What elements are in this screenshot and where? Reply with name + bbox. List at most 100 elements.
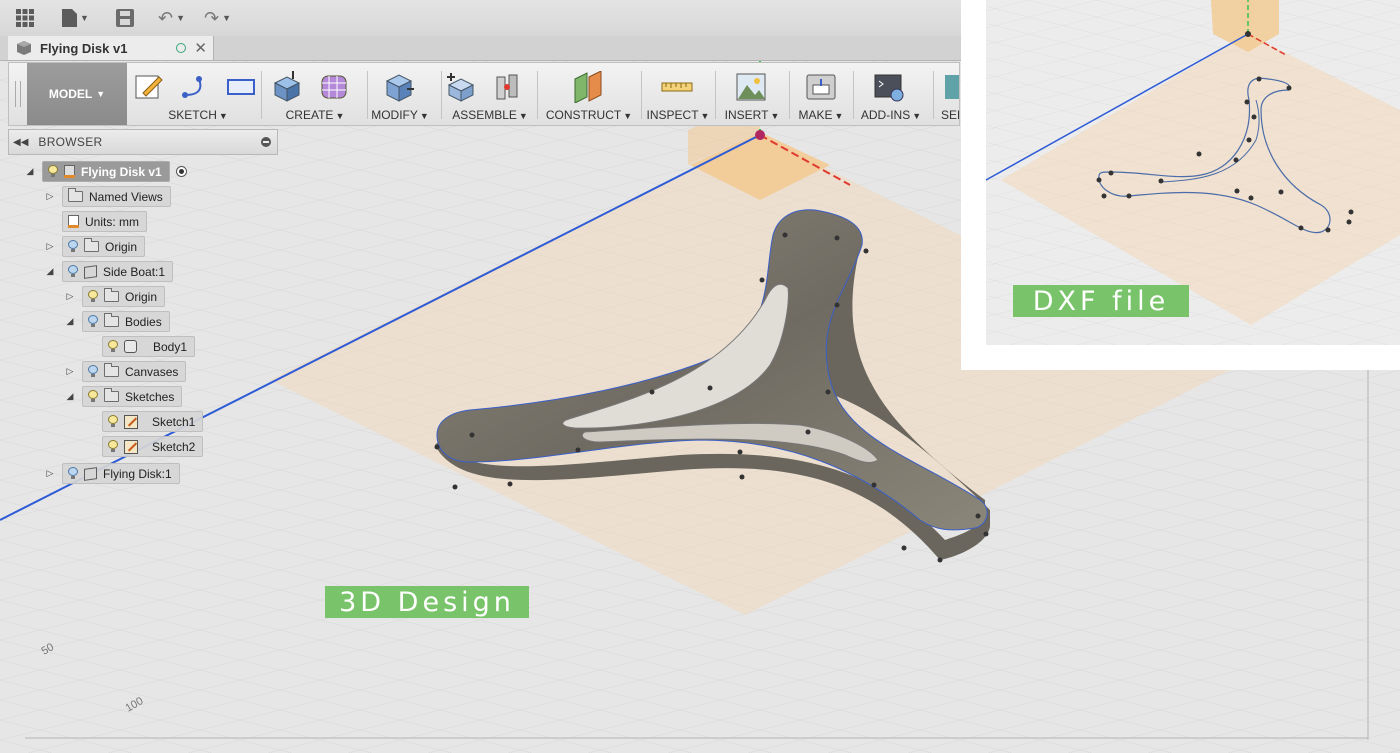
light-bulb-icon[interactable] [88, 315, 98, 328]
construct-menu-label[interactable]: CONSTRUCT [546, 108, 621, 122]
minimize-icon[interactable] [261, 137, 271, 147]
tree-node-bodies[interactable]: ◢ Bodies [64, 311, 170, 332]
expanded-triangle-icon[interactable]: ◢ [24, 166, 36, 177]
extrude-icon[interactable] [271, 71, 303, 103]
light-bulb-icon[interactable] [88, 290, 98, 303]
toolbar-grip[interactable] [15, 81, 21, 107]
tree-node-named-views[interactable]: ▷ Named Views [44, 186, 171, 207]
press-pull-icon[interactable] [383, 71, 415, 103]
tree-node-canvases[interactable]: ▷ Canvases [64, 361, 187, 382]
light-bulb-icon[interactable] [108, 340, 118, 353]
activate-radio-icon[interactable] [175, 166, 187, 177]
light-bulb-icon[interactable] [88, 365, 98, 378]
expanded-triangle-icon[interactable]: ◢ [44, 266, 56, 277]
chevron-down-icon: ▼ [96, 89, 106, 99]
new-component-icon[interactable] [445, 71, 477, 103]
ribbon-group-create: CREATE ▼ [265, 63, 365, 125]
collapsed-triangle-icon[interactable]: ▷ [44, 191, 56, 202]
folder-icon [84, 238, 99, 252]
undo-button[interactable]: ↶ ▼ [158, 8, 185, 28]
scripts-icon[interactable] [873, 71, 905, 103]
arc-icon[interactable] [179, 71, 211, 103]
light-bulb-icon[interactable] [68, 240, 78, 253]
light-bulb-icon[interactable] [48, 165, 58, 178]
document-tab-title: Flying Disk v1 [40, 40, 128, 56]
ribbon-group-construct: CONSTRUCT ▼ [539, 63, 639, 125]
folder-icon [104, 363, 119, 377]
light-bulb-icon[interactable] [68, 467, 78, 480]
form-icon[interactable] [319, 71, 351, 103]
dxf-inset-panel: DXF file [961, 0, 1400, 370]
create-sketch-icon[interactable] [133, 71, 165, 103]
collapse-panel-icon[interactable]: ◀◀ [13, 137, 28, 148]
make-menu-label[interactable]: MAKE [799, 108, 833, 122]
tree-label: Flying Disk:1 [103, 466, 172, 481]
component-icon [84, 466, 97, 481]
measure-icon[interactable] [661, 71, 693, 103]
insert-menu-label[interactable]: INSERT [725, 108, 769, 122]
tree-label: Canvases [125, 364, 179, 379]
collapsed-triangle-icon[interactable]: ▷ [44, 241, 56, 252]
tree-node-root[interactable]: ◢ Flying Disk v1 [24, 161, 187, 182]
insert-image-icon[interactable] [735, 71, 767, 103]
ribbon-divider [853, 71, 854, 119]
modify-menu-label[interactable]: MODIFY [371, 108, 418, 122]
close-icon[interactable]: ✕ [194, 39, 207, 57]
redo-button[interactable]: ↷ ▼ [204, 8, 231, 28]
select-icon[interactable] [945, 71, 959, 103]
tree-node-origin[interactable]: ▷ Origin [44, 236, 146, 257]
tree-label: Sketches [125, 389, 175, 404]
expanded-triangle-icon[interactable]: ◢ [64, 391, 76, 402]
ribbon-divider [441, 71, 442, 119]
online-status-icon [176, 43, 187, 53]
browser-header: ◀◀ BROWSER [8, 129, 278, 155]
tree-node-body1[interactable]: Body1 [84, 336, 196, 357]
tree-label: Named Views [89, 189, 163, 204]
browser-title: BROWSER [38, 135, 103, 149]
light-bulb-icon[interactable] [88, 390, 98, 403]
create-menu-label[interactable]: CREATE [286, 108, 334, 122]
document-cube-icon [17, 41, 31, 55]
offset-plane-icon[interactable] [573, 71, 605, 103]
light-bulb-icon[interactable] [108, 440, 118, 453]
rectangle-icon[interactable] [225, 71, 257, 103]
tree-node-sketches[interactable]: ◢ Sketches [64, 386, 183, 407]
undo-icon: ↶ [158, 7, 174, 28]
add-ins-menu-label[interactable]: ADD-INS [861, 108, 910, 122]
light-bulb-icon[interactable] [108, 415, 118, 428]
light-bulb-icon[interactable] [68, 265, 78, 278]
file-menu-button[interactable]: ▼ [62, 8, 89, 28]
grid-menu-icon[interactable] [16, 8, 34, 28]
ribbon-divider [537, 71, 538, 119]
body-icon [124, 340, 137, 353]
tree-node-origin-child[interactable]: ▷ Origin [64, 286, 166, 307]
collapsed-triangle-icon[interactable]: ▷ [64, 291, 76, 302]
sketch-menu-label[interactable]: SKETCH [168, 108, 217, 122]
sketch-icon [124, 414, 138, 429]
3d-print-icon[interactable] [805, 71, 837, 103]
assemble-menu-label[interactable]: ASSEMBLE [452, 108, 517, 122]
chevron-down-icon: ▼ [218, 111, 228, 121]
tree-node-side-boat[interactable]: ◢ Side Boat:1 [44, 261, 174, 282]
tree-node-units[interactable]: Units: mm [44, 211, 147, 232]
tree-node-flying-disk[interactable]: ▷ Flying Disk:1 [44, 463, 180, 484]
inset-origin-point [1245, 31, 1251, 37]
collapsed-triangle-icon[interactable]: ▷ [64, 366, 76, 377]
select-menu-label[interactable]: SEL [941, 108, 959, 122]
callout-dxf-file: DXF file [1013, 285, 1189, 317]
ribbon-divider [641, 71, 642, 119]
ribbon-toolbar: MODEL ▼ SKETCH ▼ CREATE ▼ MODIFY ▼ ASSEMBLE ▼… [8, 62, 960, 126]
chevron-down-icon: ▼ [770, 111, 780, 121]
tree-label: Units: mm [85, 214, 139, 229]
joint-icon[interactable] [491, 71, 523, 103]
expanded-triangle-icon[interactable]: ◢ [64, 316, 76, 327]
ribbon-group-inspect: INSPECT ▼ [643, 63, 713, 125]
save-icon[interactable] [116, 8, 134, 28]
tree-node-sketch1[interactable]: Sketch1 [84, 411, 204, 432]
chevron-down-icon: ▼ [834, 111, 844, 121]
tree-node-sketch2[interactable]: Sketch2 [84, 436, 204, 457]
workspace-switcher[interactable]: MODEL ▼ [27, 63, 127, 125]
collapsed-triangle-icon[interactable]: ▷ [44, 468, 56, 479]
inspect-menu-label[interactable]: INSPECT [647, 108, 699, 122]
document-tab[interactable]: Flying Disk v1 ✕ [8, 36, 214, 60]
